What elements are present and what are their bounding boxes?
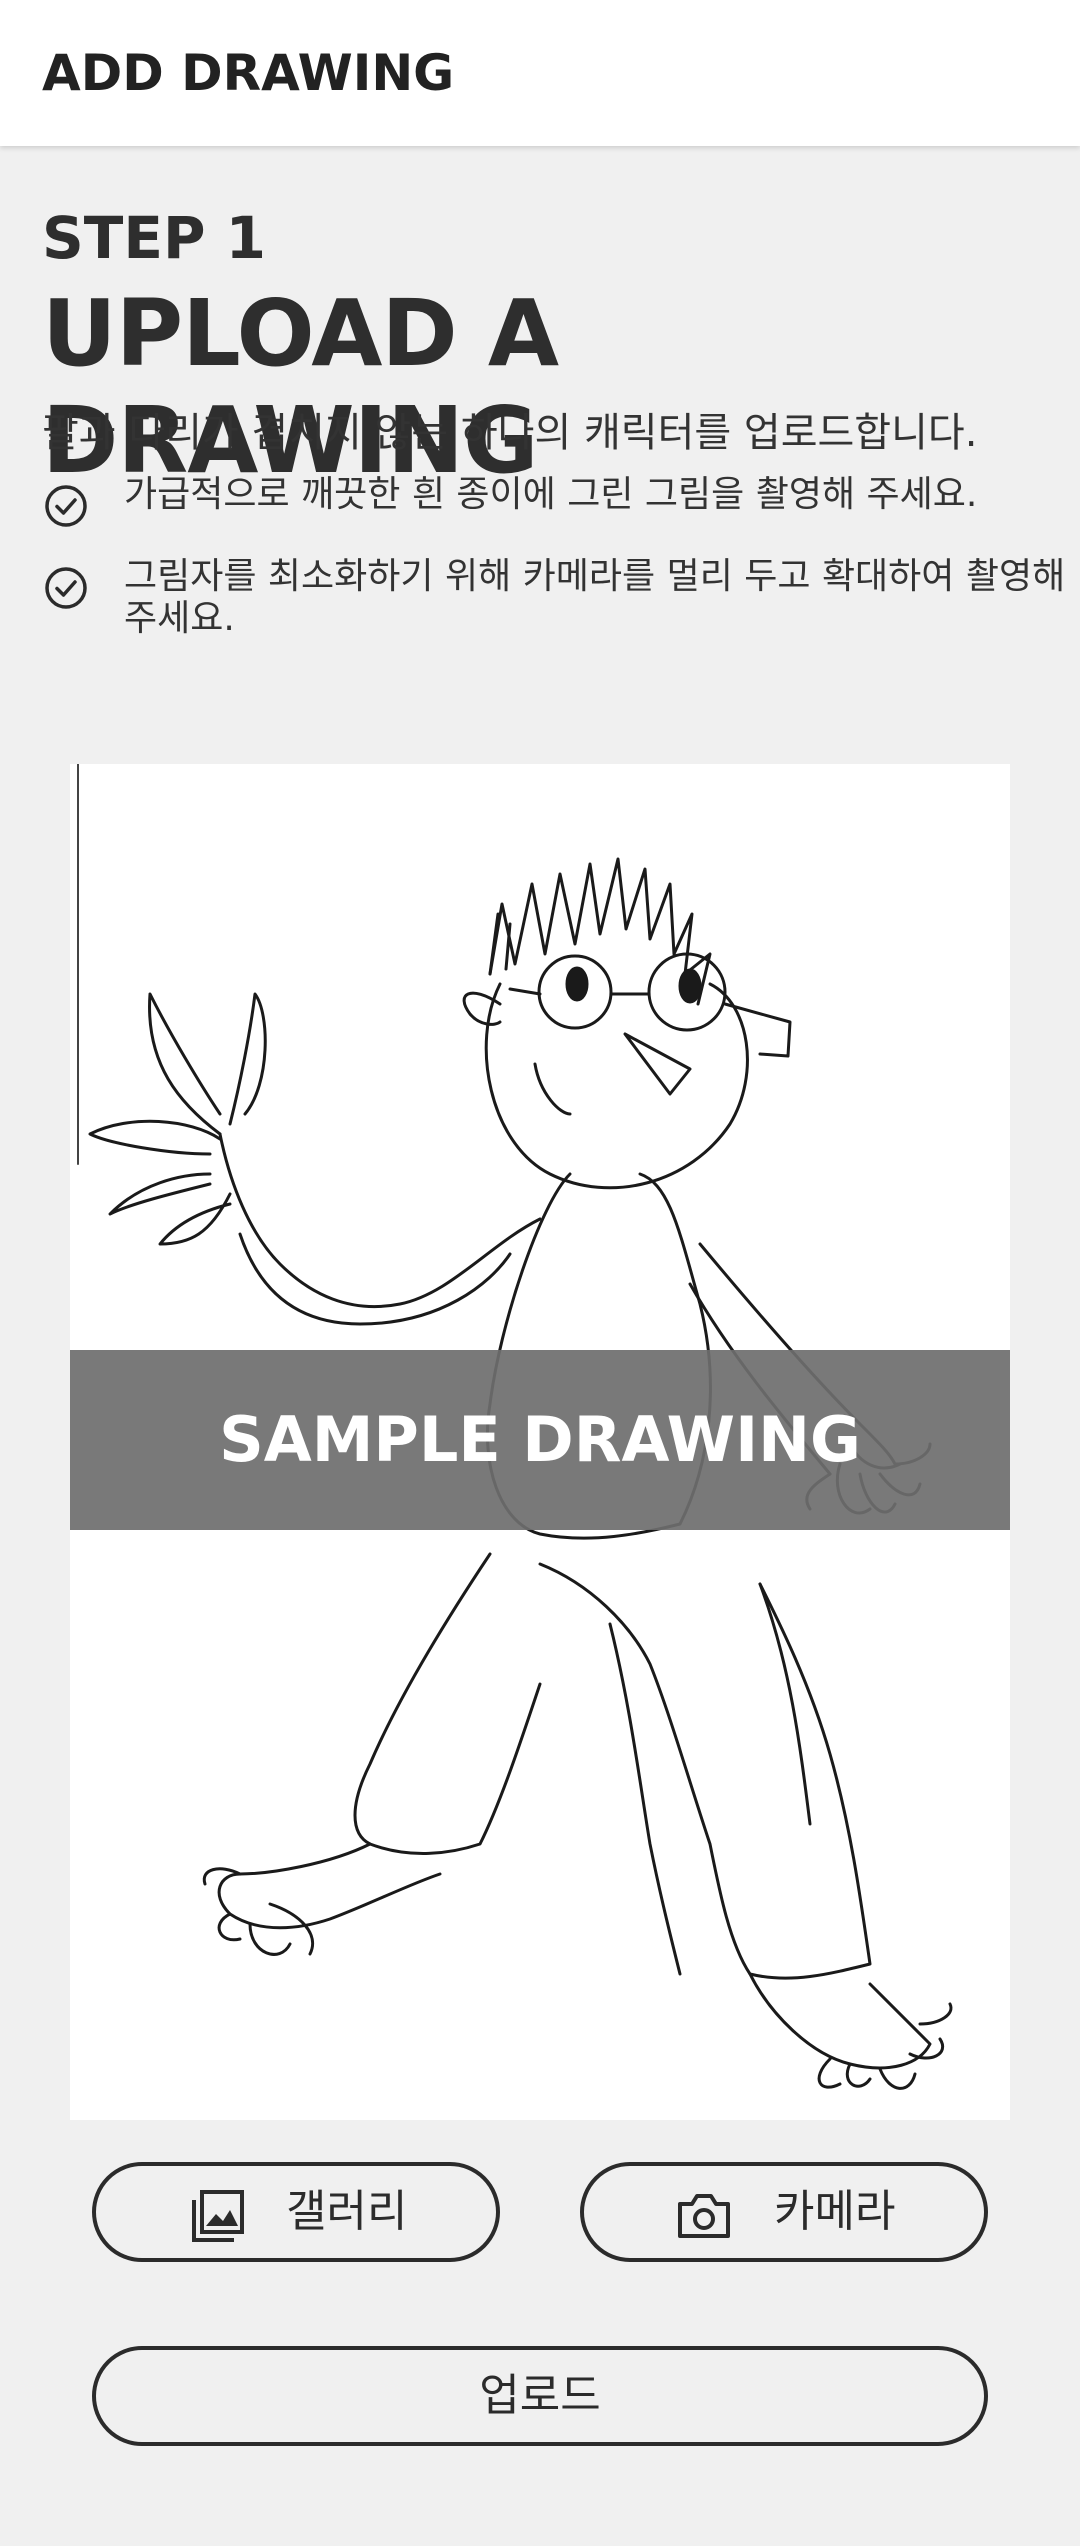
- upload-button[interactable]: 업로드: [92, 2346, 988, 2446]
- sample-banner-text: SAMPLE DRAWING: [219, 1403, 861, 1476]
- gallery-icon: [192, 2190, 244, 2242]
- sample-banner: SAMPLE DRAWING: [70, 1350, 1010, 1530]
- step-label: STEP 1: [42, 204, 267, 272]
- camera-button[interactable]: 카메라: [580, 2162, 988, 2262]
- gallery-button-label: 갤러리: [286, 2186, 408, 2237]
- sample-drawing-image: SAMPLE DRAWING: [70, 764, 1010, 2120]
- gallery-button[interactable]: 갤러리: [92, 2162, 500, 2262]
- intro-text: 팔과 다리가 겹치지 않는 하나의 캐릭터를 업로드합니다.: [42, 410, 978, 456]
- camera-button-label: 카메라: [774, 2186, 896, 2237]
- app-title: ADD DRAWING: [42, 44, 455, 102]
- tip-text: 가급적으로 깨끗한 흰 종이에 그린 그림을 촬영해 주세요.: [124, 474, 978, 515]
- check-circle-icon: [45, 485, 87, 527]
- page-heading: UPLOAD A DRAWING: [42, 280, 559, 494]
- camera-icon: [678, 2194, 730, 2238]
- tip-text: 그림자를 최소화하기 위해 카메라를 멀리 두고 확대하여 촬영해 주세요.: [124, 556, 1066, 639]
- app-bar: ADD DRAWING: [0, 0, 1080, 146]
- check-circle-icon: [45, 567, 87, 609]
- upload-button-label: 업로드: [479, 2370, 601, 2421]
